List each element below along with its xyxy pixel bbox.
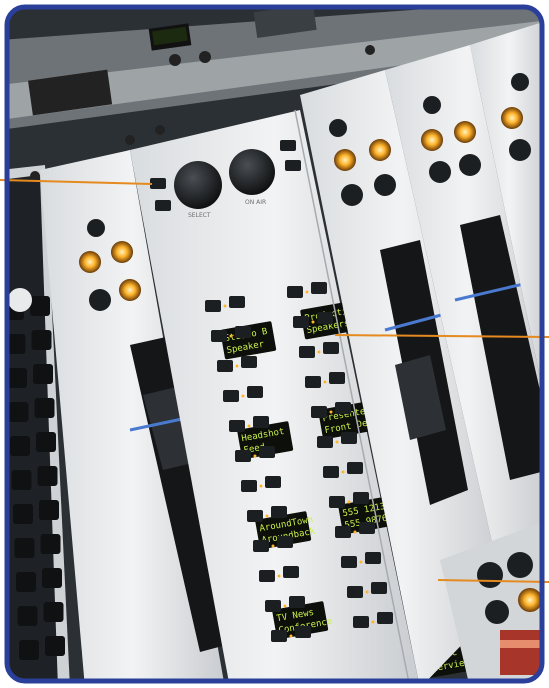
keypad-button[interactable]: [30, 296, 50, 316]
keypad-button[interactable]: [39, 500, 59, 520]
key[interactable]: [323, 466, 339, 478]
keypad-button[interactable]: [42, 568, 62, 588]
keypad-icon[interactable]: [329, 119, 347, 137]
key[interactable]: [271, 630, 287, 642]
key[interactable]: [311, 282, 327, 294]
keypad-button[interactable]: [33, 364, 53, 384]
channel-key[interactable]: [429, 161, 451, 183]
keypad-button[interactable]: [14, 538, 35, 558]
keypad-icon[interactable]: [511, 73, 529, 91]
keypad-button[interactable]: [40, 534, 61, 554]
key[interactable]: [347, 462, 363, 474]
key[interactable]: [311, 406, 327, 418]
key[interactable]: [235, 326, 251, 338]
keypad-button[interactable]: [45, 636, 65, 656]
channel-key[interactable]: [454, 121, 476, 143]
key[interactable]: [347, 586, 363, 598]
key[interactable]: [283, 566, 299, 578]
key[interactable]: [241, 356, 257, 368]
channel-key[interactable]: [79, 251, 101, 273]
key[interactable]: [305, 376, 321, 388]
key[interactable]: [217, 360, 233, 372]
key[interactable]: [359, 522, 375, 534]
key[interactable]: [295, 626, 311, 638]
key[interactable]: [247, 510, 263, 522]
key[interactable]: [323, 342, 339, 354]
key[interactable]: [377, 612, 393, 624]
key[interactable]: [247, 386, 263, 398]
channel-key[interactable]: [509, 139, 531, 161]
key[interactable]: [365, 552, 381, 564]
key[interactable]: [329, 496, 345, 508]
level-encoder[interactable]: [229, 149, 275, 195]
keypad-button[interactable]: [31, 330, 52, 350]
channel-key[interactable]: [341, 184, 363, 206]
key[interactable]: [223, 390, 239, 402]
key[interactable]: [293, 316, 309, 328]
keypad-button[interactable]: [43, 602, 64, 622]
keypad-icon[interactable]: [87, 219, 105, 237]
key[interactable]: [329, 372, 345, 384]
key[interactable]: [289, 596, 305, 608]
keypad-button[interactable]: [37, 466, 58, 486]
key[interactable]: [229, 296, 245, 308]
channel-key[interactable]: [421, 129, 443, 151]
key[interactable]: [287, 286, 303, 298]
encoder-label-1: SELECT: [188, 212, 211, 219]
key[interactable]: [335, 402, 351, 414]
keypad-button[interactable]: [34, 398, 55, 418]
channel-key[interactable]: [459, 154, 481, 176]
encoder-label-2: ON AIR: [245, 199, 266, 206]
keypad-button[interactable]: [36, 432, 56, 452]
key[interactable]: [211, 330, 227, 342]
key[interactable]: [353, 492, 369, 504]
keypad-button[interactable]: [19, 640, 39, 660]
keypad-button[interactable]: [8, 402, 29, 422]
channel-key[interactable]: [501, 107, 523, 129]
channel-key[interactable]: [374, 174, 396, 196]
key[interactable]: [353, 616, 369, 628]
key[interactable]: [265, 600, 281, 612]
key[interactable]: [335, 526, 351, 538]
keypad-icon[interactable]: [423, 96, 441, 114]
channel-key[interactable]: [89, 289, 111, 311]
keypad-button[interactable]: [11, 470, 32, 490]
keypad-button[interactable]: [16, 572, 36, 592]
key[interactable]: [253, 416, 269, 428]
key[interactable]: [229, 420, 245, 432]
keypad-button[interactable]: [17, 606, 38, 626]
key[interactable]: [205, 300, 221, 312]
select-encoder[interactable]: [174, 161, 222, 209]
keypad-button[interactable]: [7, 368, 27, 388]
key[interactable]: [253, 540, 269, 552]
key[interactable]: [277, 536, 293, 548]
key[interactable]: [317, 436, 333, 448]
channel-key[interactable]: [334, 149, 356, 171]
key[interactable]: [271, 506, 287, 518]
key[interactable]: [371, 582, 387, 594]
key[interactable]: [299, 346, 315, 358]
key[interactable]: [341, 432, 357, 444]
key[interactable]: [265, 476, 281, 488]
key[interactable]: [317, 312, 333, 324]
keypad-button[interactable]: [13, 504, 33, 524]
key[interactable]: [259, 446, 275, 458]
channel-key[interactable]: [119, 279, 141, 301]
key[interactable]: [241, 480, 257, 492]
channel-key[interactable]: [111, 241, 133, 263]
console-photo: SELECT ON AIR Studio BSpeakerProductionS…: [0, 4, 549, 684]
keypad-button[interactable]: [10, 436, 30, 456]
key[interactable]: [341, 556, 357, 568]
key[interactable]: [235, 450, 251, 462]
channel-key[interactable]: [369, 139, 391, 161]
key[interactable]: [259, 570, 275, 582]
